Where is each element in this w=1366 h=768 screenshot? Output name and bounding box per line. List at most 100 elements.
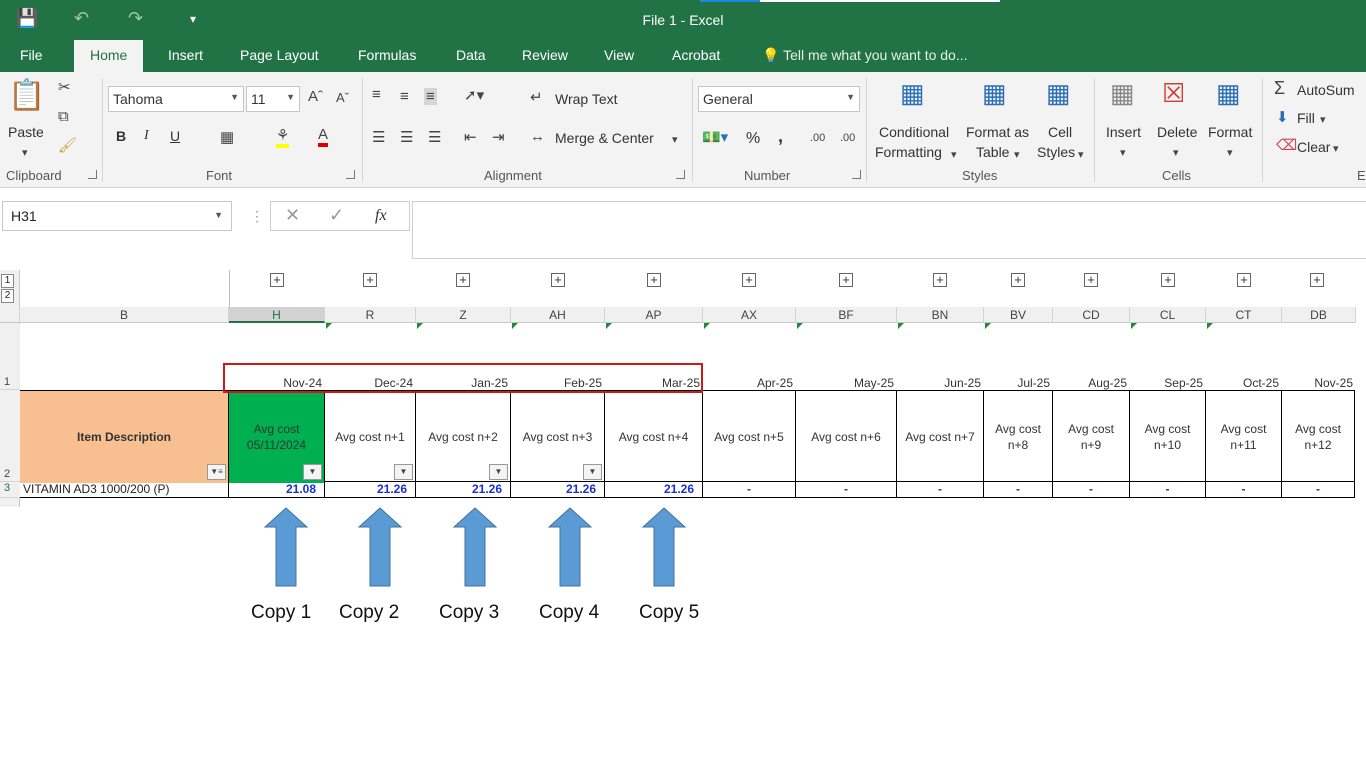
cell-styles-dropdown-icon[interactable]: ▾ — [1078, 148, 1084, 161]
align-bottom-icon[interactable]: ≡ — [424, 88, 437, 105]
expand-group-icon[interactable]: + — [1011, 273, 1025, 287]
date-cell[interactable]: Jul-25 — [984, 376, 1050, 390]
format-as-table-button[interactable]: Format as — [966, 124, 1029, 140]
bold-button[interactable]: B — [116, 128, 126, 144]
tab-data[interactable]: Data — [456, 47, 486, 63]
font-name-select[interactable]: Tahoma ▼ — [108, 86, 244, 112]
avg-cost-header[interactable]: Avg cost n+11 — [1206, 391, 1282, 483]
align-right-icon[interactable]: ☰ — [428, 128, 441, 146]
tab-acrobat[interactable]: Acrobat — [672, 47, 720, 63]
filter-dropdown-icon[interactable]: ▼ — [583, 464, 602, 480]
format-cells-icon[interactable]: ▦ — [1216, 78, 1241, 109]
percent-button[interactable]: % — [746, 130, 760, 148]
expand-group-icon[interactable]: + — [456, 273, 470, 287]
clear-button[interactable]: Clear — [1297, 139, 1330, 155]
row-header-3[interactable]: 3 — [0, 482, 20, 498]
column-header-ap[interactable]: AP — [605, 307, 703, 323]
conditional-formatting-button-line2[interactable]: Formatting — [875, 144, 942, 160]
font-color-icon[interactable]: A — [318, 126, 329, 147]
avg-cost-header[interactable]: Avg cost n+12 — [1282, 391, 1355, 483]
fill-color-icon[interactable]: ⚘ — [276, 126, 290, 148]
row-header-2[interactable]: 2 — [0, 390, 20, 482]
conditional-formatting-icon[interactable]: ▦ — [900, 78, 925, 109]
increase-indent-icon[interactable]: ⇥ — [492, 128, 505, 146]
column-header-ah[interactable]: AH — [511, 307, 605, 323]
paste-icon[interactable]: 📋 — [8, 78, 45, 113]
filter-dropdown-icon[interactable]: ▼ — [394, 464, 413, 480]
column-header-ct[interactable]: CT — [1206, 307, 1282, 323]
font-size-select[interactable]: 11 ▼ — [246, 86, 300, 112]
insert-cells-button[interactable]: Insert — [1106, 124, 1141, 140]
cut-icon[interactable]: ✂ — [58, 78, 71, 96]
avg-cost-cell[interactable]: 21.26 — [325, 482, 416, 498]
delete-dropdown-icon[interactable]: ▾ — [1173, 146, 1179, 159]
expand-group-icon[interactable]: + — [1237, 273, 1251, 287]
tell-me-search[interactable]: 💡 Tell me what you want to do... — [762, 47, 968, 64]
merge-center-icon[interactable]: ↔ — [530, 128, 545, 145]
delete-cells-button[interactable]: Delete — [1157, 124, 1197, 140]
expand-group-icon[interactable]: + — [839, 273, 853, 287]
column-header-cd[interactable]: CD — [1053, 307, 1130, 323]
date-cell[interactable]: May-25 — [796, 376, 894, 390]
empty-cost-cell[interactable]: - — [703, 482, 796, 498]
expand-group-icon[interactable]: + — [742, 273, 756, 287]
merge-dropdown-icon[interactable]: ▾ — [672, 133, 678, 146]
italic-button[interactable]: I — [144, 128, 149, 144]
format-dropdown-icon[interactable]: ▾ — [1227, 146, 1233, 159]
avg-cost-header[interactable]: Avg cost n+1 ▼ — [325, 391, 416, 483]
avg-cost-cell[interactable]: 21.26 — [605, 482, 703, 498]
tab-view[interactable]: View — [604, 47, 634, 63]
decrease-font-icon[interactable]: Aˇ — [336, 90, 349, 105]
merge-center-button[interactable]: Merge & Center — [555, 130, 654, 146]
filter-active-icon[interactable]: ▼≡ — [207, 464, 226, 480]
conditional-formatting-button[interactable]: Conditional — [879, 124, 949, 140]
comma-button[interactable]: , — [778, 126, 783, 147]
avg-cost-header[interactable]: Avg cost n+5 — [703, 391, 796, 483]
outline-level-1[interactable]: 1 — [1, 274, 14, 288]
expand-group-icon[interactable]: + — [1310, 273, 1324, 287]
date-cell[interactable]: Apr-25 — [703, 376, 793, 390]
empty-cost-cell[interactable]: - — [1130, 482, 1206, 498]
font-launcher-icon[interactable] — [346, 170, 355, 179]
empty-cost-cell[interactable]: - — [897, 482, 984, 498]
format-table-dropdown-icon[interactable]: ▾ — [1014, 148, 1020, 161]
clear-dropdown-icon[interactable]: ▾ — [1333, 142, 1339, 155]
underline-button[interactable]: U — [170, 128, 180, 144]
tab-file[interactable]: File — [20, 47, 43, 63]
insert-function-button[interactable]: fx — [375, 207, 387, 225]
autosum-button[interactable]: AutoSum — [1297, 82, 1355, 98]
column-header-r[interactable]: R — [325, 307, 416, 323]
column-header-b[interactable]: B — [20, 307, 229, 323]
column-header-bv[interactable]: BV — [984, 307, 1053, 323]
expand-group-icon[interactable]: + — [270, 273, 284, 287]
insert-cells-icon[interactable]: ▦ — [1110, 78, 1135, 109]
avg-cost-cell[interactable]: 21.26 — [416, 482, 511, 498]
column-header-db[interactable]: DB — [1282, 307, 1356, 323]
tab-insert[interactable]: Insert — [168, 47, 203, 63]
avg-cost-header[interactable]: Avg cost n+3 ▼ — [511, 391, 605, 483]
expand-group-icon[interactable]: + — [933, 273, 947, 287]
item-description-header[interactable]: Item Description ▼≡ — [20, 391, 229, 483]
decrease-decimal-button[interactable]: .00 — [840, 132, 855, 144]
increase-decimal-button[interactable]: .00 — [810, 132, 825, 144]
tab-home[interactable]: Home — [74, 40, 144, 72]
paste-button[interactable]: Paste — [8, 124, 44, 140]
tab-formulas[interactable]: Formulas — [358, 47, 416, 63]
expand-group-icon[interactable]: + — [647, 273, 661, 287]
wrap-text-button[interactable]: Wrap Text — [555, 91, 618, 107]
avg-cost-cell[interactable]: 21.08 — [229, 482, 325, 498]
cell-styles-icon[interactable]: ▦ — [1046, 78, 1071, 109]
borders-icon[interactable]: ▦ — [220, 128, 234, 146]
avg-cost-header[interactable]: Avg cost n+8 — [984, 391, 1053, 483]
row-header-1[interactable]: 1 — [0, 324, 20, 390]
align-center-icon[interactable]: ☰ — [400, 128, 413, 146]
align-middle-icon[interactable]: ≡ — [400, 88, 409, 105]
fill-icon[interactable]: ⬇ — [1276, 108, 1289, 126]
align-left-icon[interactable]: ☰ — [372, 128, 385, 146]
format-cells-button[interactable]: Format — [1208, 124, 1252, 140]
enter-icon[interactable]: ✓ — [329, 205, 344, 226]
wrap-text-icon[interactable]: ↵ — [530, 88, 543, 106]
name-box[interactable]: H31 ▼ — [2, 201, 232, 231]
column-header-cl[interactable]: CL — [1130, 307, 1206, 323]
decrease-indent-icon[interactable]: ⇤ — [464, 128, 477, 146]
